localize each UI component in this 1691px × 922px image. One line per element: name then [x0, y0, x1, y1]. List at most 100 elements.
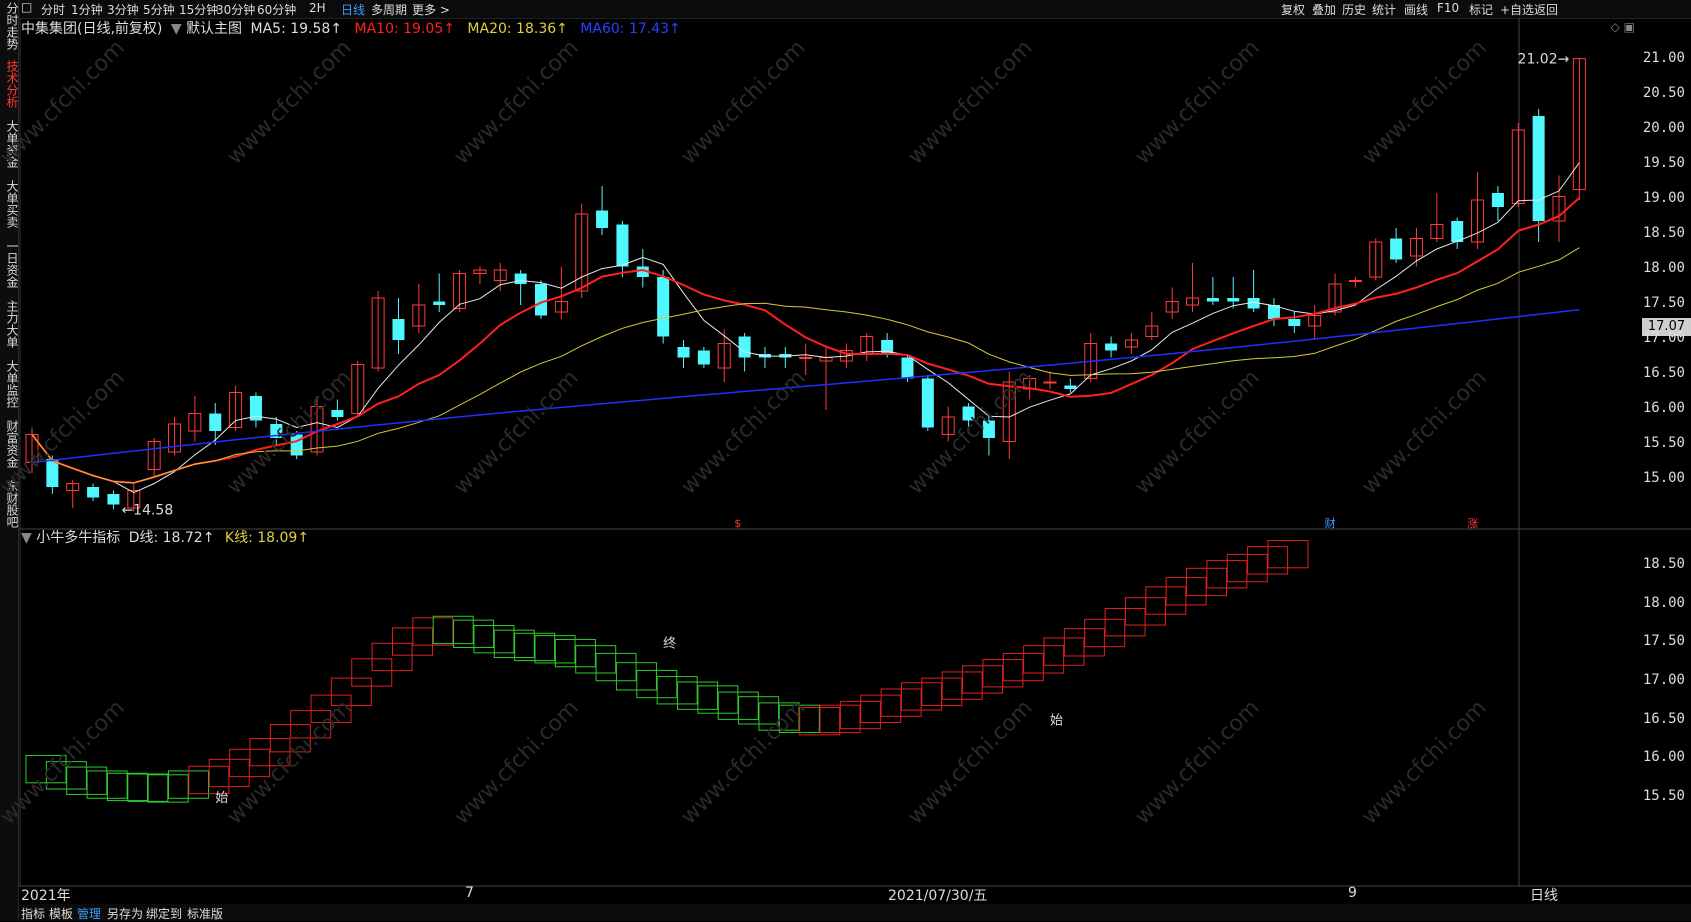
candle-body: [616, 224, 629, 267]
sidebar-item-3[interactable]: 大单买卖: [0, 180, 19, 228]
candle-body: [290, 434, 303, 456]
start-mark: 始: [1050, 714, 1063, 729]
x-axis-label: 9: [1348, 885, 1357, 901]
candle-body: [799, 357, 813, 359]
main-y-label: 17.50: [1642, 295, 1685, 311]
sub-y-label: 17.00: [1642, 672, 1685, 688]
period-tab-6[interactable]: 60分钟: [257, 1, 296, 18]
start-mark: 始: [215, 791, 228, 806]
bottom-tab-3[interactable]: 另存为: [107, 905, 143, 922]
main-y-label: 18.50: [1642, 225, 1685, 241]
main-y-label: 20.50: [1642, 85, 1685, 101]
sub-y-label: 15.50: [1642, 788, 1685, 804]
sidebar-item-0[interactable]: 分时走势: [0, 2, 19, 50]
toolbar-right-6[interactable]: 标记: [1469, 1, 1493, 18]
high-marker: 21.02→: [1518, 52, 1570, 68]
indicator-title: 小牛多牛指标: [36, 530, 121, 546]
sub-y-label: 16.00: [1642, 749, 1685, 766]
main-y-label: 16.50: [1642, 365, 1685, 381]
main-y-label: 19.50: [1642, 155, 1685, 171]
top-toolbar: □ 分时 1分钟 3分钟 5分钟 15分钟 30分钟 60分钟 2H 日线 多周期 更多 > 复权 叠加…: [19, 0, 1691, 19]
sidebar-item-2[interactable]: 大单资金: [0, 120, 19, 168]
candle-body: [921, 378, 934, 428]
candle-body: [677, 347, 690, 358]
ma60-label: MA60: 17.43↑: [580, 21, 681, 37]
bottom-tab-1[interactable]: 模板: [49, 905, 73, 922]
sidebar-item-4[interactable]: 一日资金: [0, 240, 19, 288]
ma10-label: MA10: 19.05↑: [354, 21, 455, 37]
period-tab-4[interactable]: 15分钟: [179, 1, 218, 18]
candle-body: [1348, 280, 1362, 282]
end-mark: 终: [663, 635, 676, 651]
candle-body: [596, 210, 609, 228]
period-tab-0[interactable]: 分时: [41, 1, 65, 18]
candle-body: [901, 357, 914, 379]
candle-body: [209, 413, 222, 431]
sidebar-item-7[interactable]: 财富资金: [0, 420, 19, 468]
candle-body: [962, 406, 975, 421]
bottom-tab-4[interactable]: 绑定到: [146, 905, 182, 922]
bottom-tab-2[interactable]: 管理: [77, 905, 101, 922]
event-flag: $: [734, 517, 741, 530]
sub-legend: ▼ 小牛多牛指标 D线: 18.72↑ K线: 18.09↑: [21, 527, 309, 547]
period-tab-7[interactable]: 2H: [309, 1, 326, 15]
window-icon[interactable]: □: [21, 0, 32, 14]
main-y-label: 17.00: [1642, 330, 1685, 346]
candle-body: [392, 319, 405, 340]
toolbar-right-5[interactable]: F10: [1437, 1, 1459, 15]
ma5-line: [31, 162, 1580, 494]
toolbar-right-4[interactable]: 画线: [1404, 1, 1428, 18]
candle-body: [738, 336, 751, 358]
sidebar-item-6[interactable]: 大单监控: [0, 360, 19, 408]
period-tab-3[interactable]: 5分钟: [143, 1, 175, 18]
d-line-label: D线: 18.72↑: [128, 530, 215, 546]
template-name[interactable]: 默认主图: [186, 21, 242, 37]
x-axis-label: 2021年: [21, 888, 71, 904]
main-y-label: 16.00: [1642, 400, 1685, 416]
period-tab-5[interactable]: 30分钟: [216, 1, 255, 18]
sub-template-icon[interactable]: ▼: [21, 530, 32, 546]
candle-body: [514, 273, 527, 284]
sidebar-item-1[interactable]: 技术分析: [0, 60, 19, 108]
event-flag: 财: [1325, 516, 1336, 530]
candle-body: [1105, 343, 1118, 351]
toolbar-right-0[interactable]: 复权: [1281, 1, 1305, 18]
ma20-label: MA20: 18.36↑: [467, 21, 568, 37]
period-tab-9[interactable]: 多周期: [371, 1, 407, 18]
sub-y-label: 18.00: [1642, 594, 1685, 611]
candle-body: [697, 350, 710, 365]
candle-body: [1390, 238, 1403, 260]
candle-body: [1227, 298, 1240, 302]
candle-body: [982, 420, 995, 438]
ma5-label: MA5: 19.58↑: [250, 21, 343, 37]
kline-chart[interactable]: ←14.58 21.02→ $ 财 涨始 终始: [19, 18, 1691, 904]
template-icon[interactable]: ▼: [171, 21, 182, 37]
period-tab-1[interactable]: 1分钟: [71, 1, 103, 18]
candle-body: [1532, 116, 1545, 221]
bottom-tab-5[interactable]: 标准版: [187, 905, 223, 922]
toolbar-right-1[interactable]: 叠加: [1312, 1, 1336, 18]
period-tab-2[interactable]: 3分钟: [107, 1, 139, 18]
main-y-label: 18.00: [1642, 260, 1685, 276]
sidebar-item-8[interactable]: 东财股吧: [0, 480, 19, 528]
toolbar-right-3[interactable]: 统计: [1372, 1, 1396, 18]
candle-body: [331, 410, 344, 417]
toolbar-right-7[interactable]: +自选: [1500, 1, 1534, 18]
panel-settings-icon[interactable]: ◇ ▣: [1611, 20, 1635, 34]
ma10-line: [31, 197, 1581, 484]
period-tab-10[interactable]: 更多 >: [412, 1, 450, 18]
bottom-tabs: 指标 模板 管理 另存为 绑定到 标准版: [19, 904, 1691, 921]
bottom-tab-0[interactable]: 指标: [21, 905, 45, 922]
candle-body: [1064, 385, 1077, 389]
sidebar-item-5[interactable]: 主力大单: [0, 300, 19, 348]
event-flag: 涨: [1467, 517, 1478, 530]
period-tab-8[interactable]: 日线: [341, 1, 365, 18]
main-y-label: 15.00: [1642, 470, 1685, 486]
main-legend: 中集集团(日线,前复权) ▼ 默认主图 MA5: 19.58↑ MA10: 19…: [21, 18, 681, 38]
main-y-label: 21.00: [1642, 50, 1685, 66]
toolbar-right-2[interactable]: 历史: [1342, 1, 1366, 18]
period-label: 日线: [1530, 888, 1558, 904]
toolbar-right-8[interactable]: 返回: [1534, 1, 1558, 18]
candle-body: [1206, 298, 1219, 302]
candle-body: [1043, 381, 1057, 384]
